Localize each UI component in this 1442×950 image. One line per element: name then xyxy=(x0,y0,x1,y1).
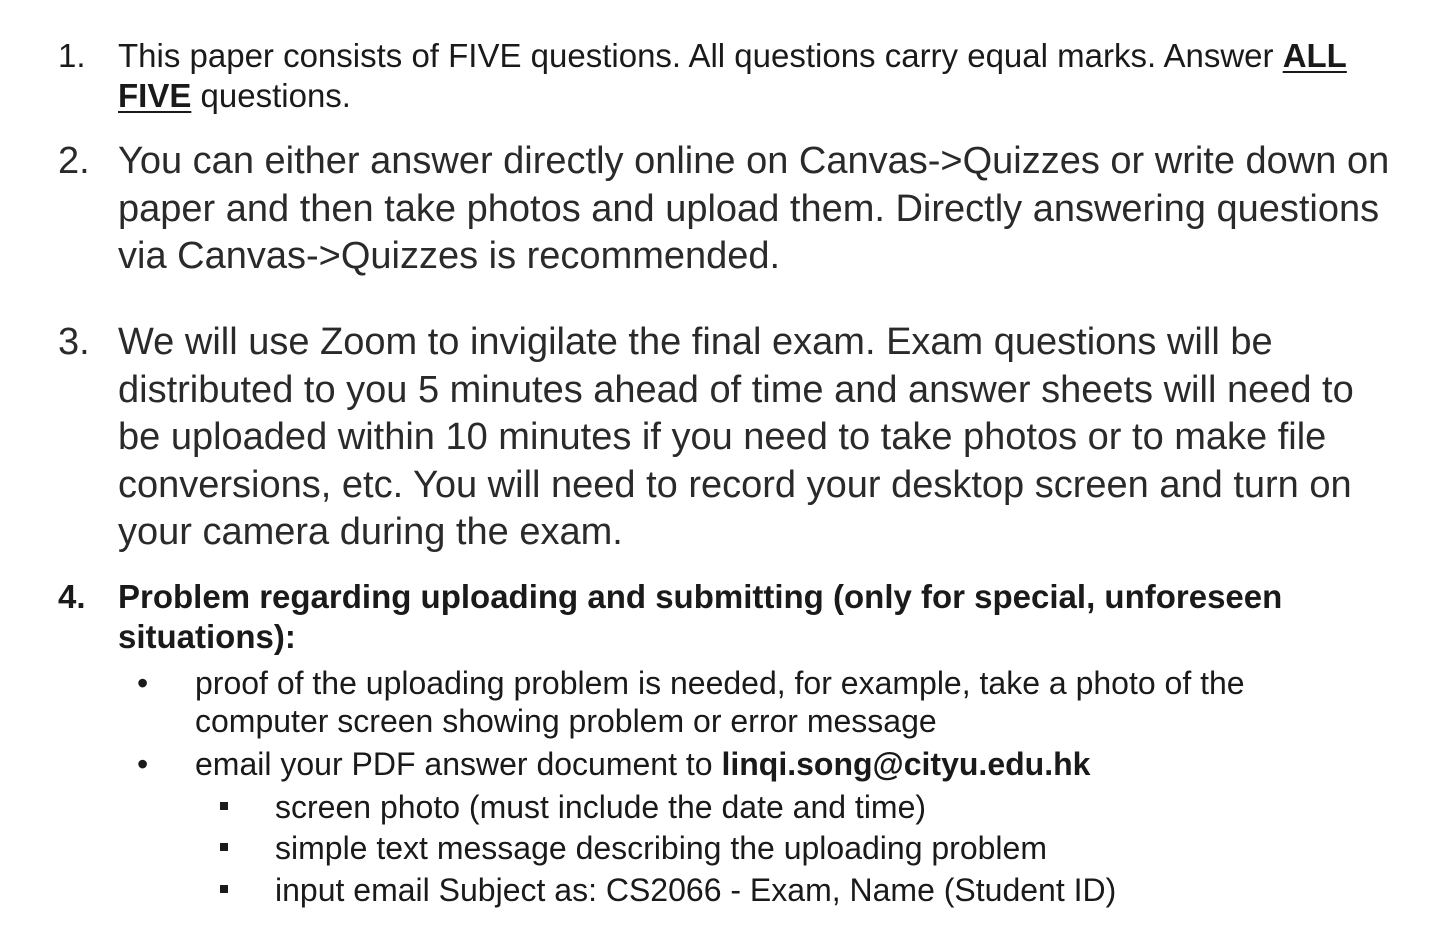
instruction-item-3: 3. We will use Zoom to invigilate the fi… xyxy=(58,319,1428,559)
sub-bullet-text: screen photo (must include the date and … xyxy=(275,789,927,825)
instruction-item-4: 4. Problem regarding uploading and submi… xyxy=(58,577,1428,659)
item-text-part: This paper consists of FIVE questions. A… xyxy=(118,37,1283,74)
bullet-item: • email your PDF answer document to linq… xyxy=(137,745,1417,785)
sub-bullet-item: screen photo (must include the date and … xyxy=(218,788,1418,828)
bullet-marker: • xyxy=(137,746,149,782)
bullet-text: proof of the uploading problem is needed… xyxy=(195,665,1245,739)
bullet-item: • proof of the uploading problem is need… xyxy=(137,664,1417,742)
item-text: We will use Zoom to invigilate the final… xyxy=(118,321,1354,553)
bullet-text-part: email your PDF answer document to xyxy=(195,746,722,782)
emphasis-five: FIVE xyxy=(118,77,192,114)
item-heading: Problem regarding uploading and submitti… xyxy=(118,578,1283,655)
sub-bullet-item: input email Subject as: CS2066 - Exam, N… xyxy=(218,871,1418,911)
item-number: 2. xyxy=(58,140,90,182)
exam-instructions-document: 1. This paper consists of FIVE questions… xyxy=(0,0,1442,950)
item-text: You can either answer directly online on… xyxy=(118,140,1390,277)
sub-bullet-text: input email Subject as: CS2066 - Exam, N… xyxy=(275,872,1117,908)
item-text-part: questions. xyxy=(191,77,351,114)
instruction-item-2: 2. You can either answer directly online… xyxy=(58,138,1428,283)
sub-bullet-item: simple text message describing the uploa… xyxy=(218,829,1418,869)
item-number: 1. xyxy=(58,37,86,74)
emphasis-all: ALL xyxy=(1282,37,1347,74)
sub-bullet-text: simple text message describing the uploa… xyxy=(275,830,1047,866)
square-bullet-icon xyxy=(220,885,228,893)
bullet-text: email your PDF answer document to linqi.… xyxy=(195,745,1417,783)
contact-email: linqi.song@cityu.edu.hk xyxy=(721,746,1091,782)
item-text: This paper consists of FIVE questions. A… xyxy=(118,36,1428,116)
instruction-item-1: 1. This paper consists of FIVE questions… xyxy=(58,36,1428,118)
item-number: 4. xyxy=(58,578,86,615)
bullet-marker: • xyxy=(137,665,149,701)
item-number: 3. xyxy=(58,321,90,363)
square-bullet-icon xyxy=(220,843,228,851)
square-bullet-icon xyxy=(220,802,228,810)
